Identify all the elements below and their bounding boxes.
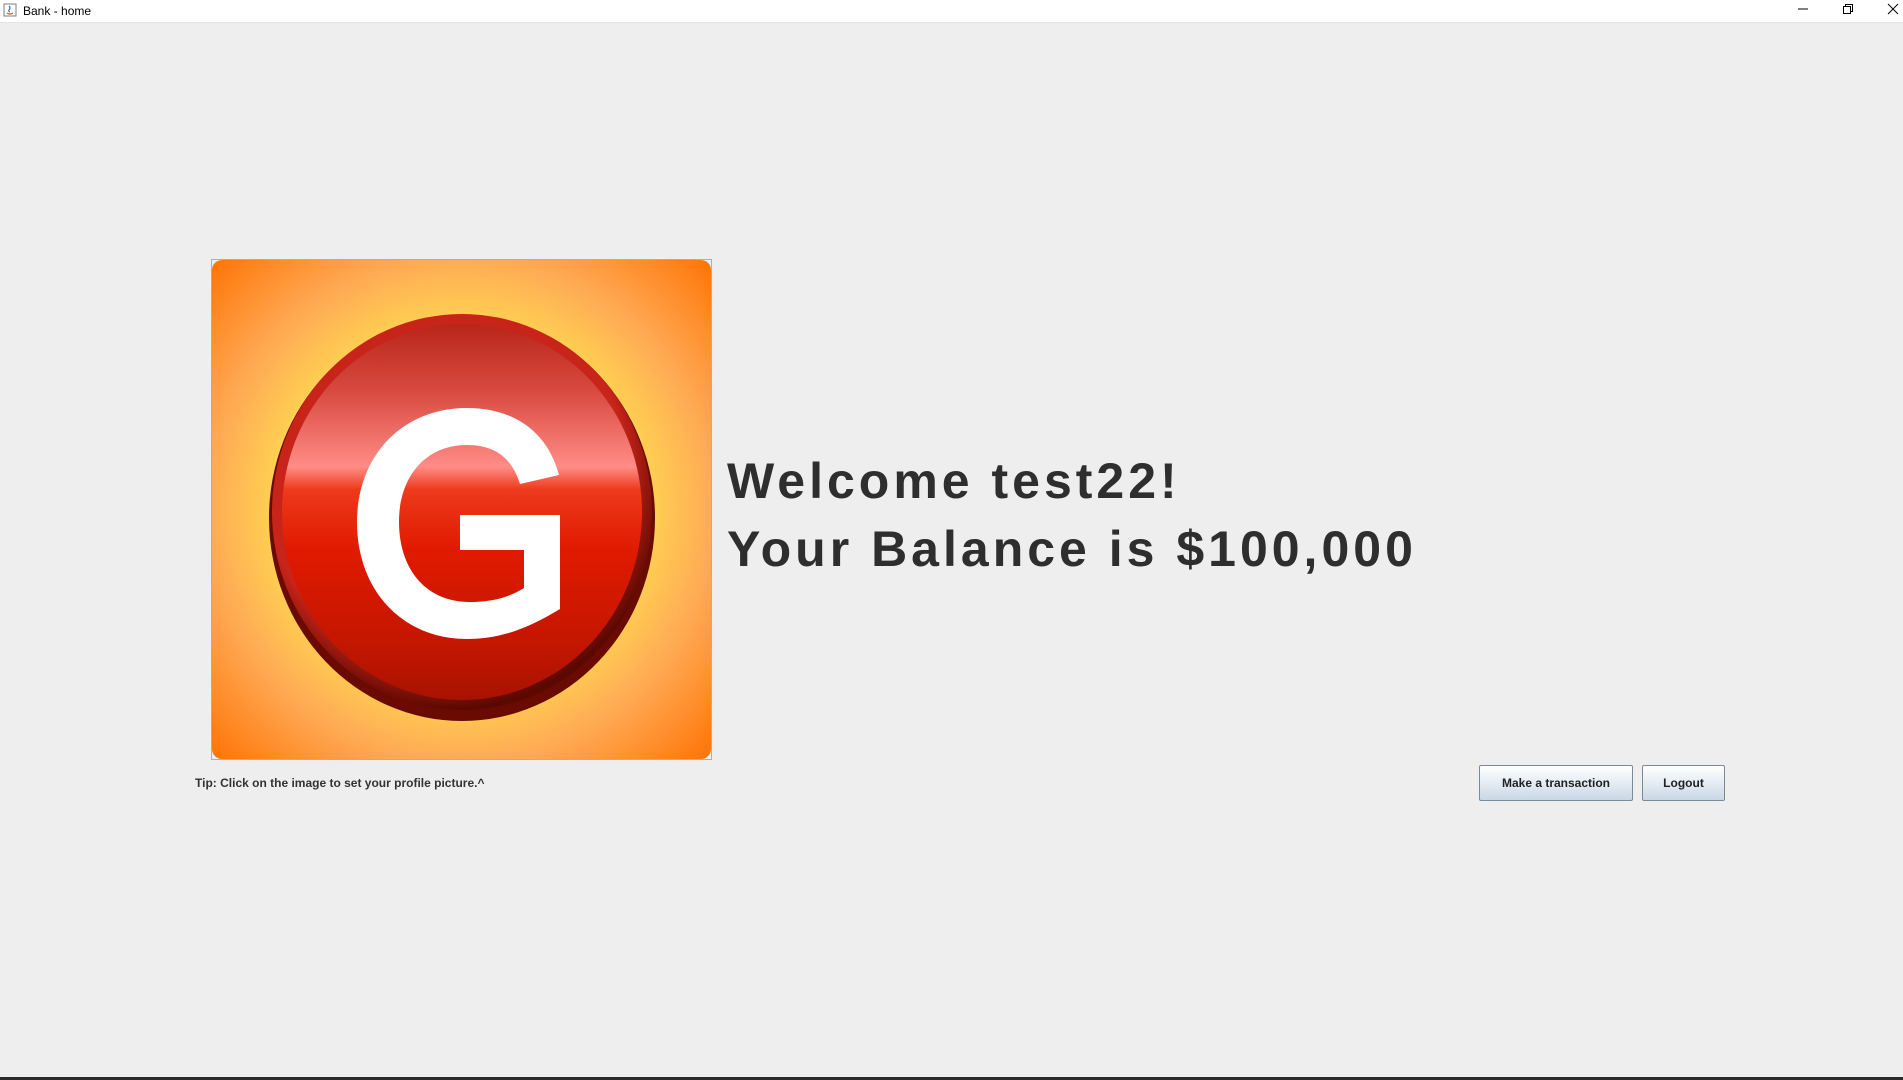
profile-picture-tip: Tip: Click on the image to set your prof… <box>195 776 485 790</box>
restore-button[interactable] <box>1826 0 1870 22</box>
welcome-heading: Welcome test22! <box>727 453 1181 509</box>
logout-button[interactable]: Logout <box>1642 765 1725 801</box>
g-logo-icon <box>212 260 711 759</box>
bank-home-window: Bank - home Welcome test22! Your Balance… <box>0 0 1903 1080</box>
restore-icon <box>1842 2 1854 20</box>
java-app-icon <box>3 3 17 17</box>
window-title: Bank - home <box>23 4 92 18</box>
profile-picture[interactable] <box>211 259 712 760</box>
title-bar: Bank - home <box>0 0 1903 23</box>
balance-heading: Your Balance is $100,000 <box>727 521 1417 577</box>
close-button[interactable] <box>1871 0 1903 22</box>
minimize-button[interactable] <box>1781 0 1825 22</box>
minimize-icon <box>1797 2 1809 20</box>
close-icon <box>1887 2 1899 20</box>
make-transaction-button[interactable]: Make a transaction <box>1479 765 1633 801</box>
